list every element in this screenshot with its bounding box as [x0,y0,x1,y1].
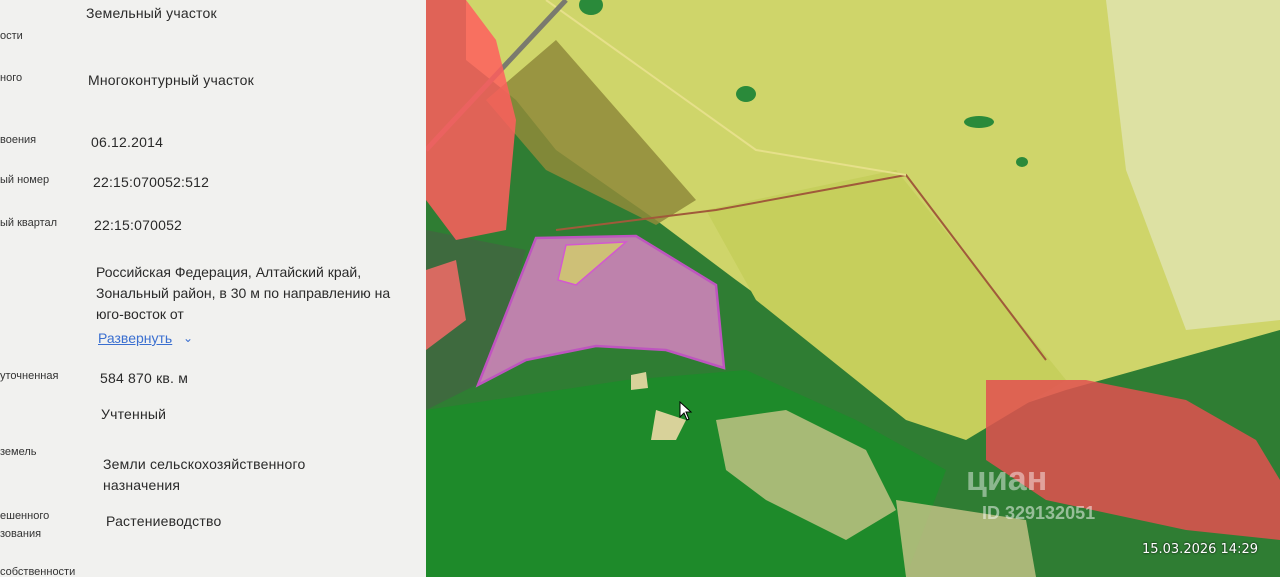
row-label-cadastral-number: ый номер [0,174,50,186]
mouse-cursor-icon [679,401,693,421]
row-label-land-category: земель [0,446,37,458]
row-value-cadastral-quarter[interactable]: 22:15:070052 [94,217,182,233]
chevron-down-icon[interactable]: ⌄ [183,331,193,345]
row-value-date: 06.12.2014 [91,134,164,150]
row-value-cadastral-number[interactable]: 22:15:070052:512 [93,174,209,190]
row-label-kind: ного [0,72,23,84]
row-label-type: ости [0,30,23,42]
camera-timestamp: 15.03.2026 14:29 [1141,542,1258,557]
watermark-id: ID 329132051 [982,503,1096,523]
row-label-ownership: собственности [0,566,76,577]
row-value-kind: Многоконтурный участок [88,72,254,88]
row-value-type: Земельный участок [86,5,217,21]
row-value-permitted-use: Растениеводство [106,513,222,529]
row-label-permitted-use-2: зования [0,528,42,540]
watermark-logo: циан [966,460,1048,498]
row-value-status: Учтенный [101,406,167,422]
row-label-date: воения [0,134,37,146]
row-label-cadastral-quarter: ый квартал [0,217,58,229]
row-label-area: уточненная [0,370,59,382]
cadastral-map[interactable]: циан ID 329132051 15.03.2026 14:29 [426,0,1280,577]
row-label-permitted-use: ешенного [0,510,50,522]
address-text: Российская Федерация, Алтайский край, Зо… [96,264,391,322]
map-canvas[interactable] [426,0,1280,577]
row-value-land-category: Земли сельскохозяйственного назначения [103,456,306,493]
property-info-panel: ости Земельный участок ного Многоконтурн… [0,0,426,577]
expand-link[interactable]: Развернуть [98,330,172,346]
row-value-area: 584 870 кв. м [100,370,189,386]
